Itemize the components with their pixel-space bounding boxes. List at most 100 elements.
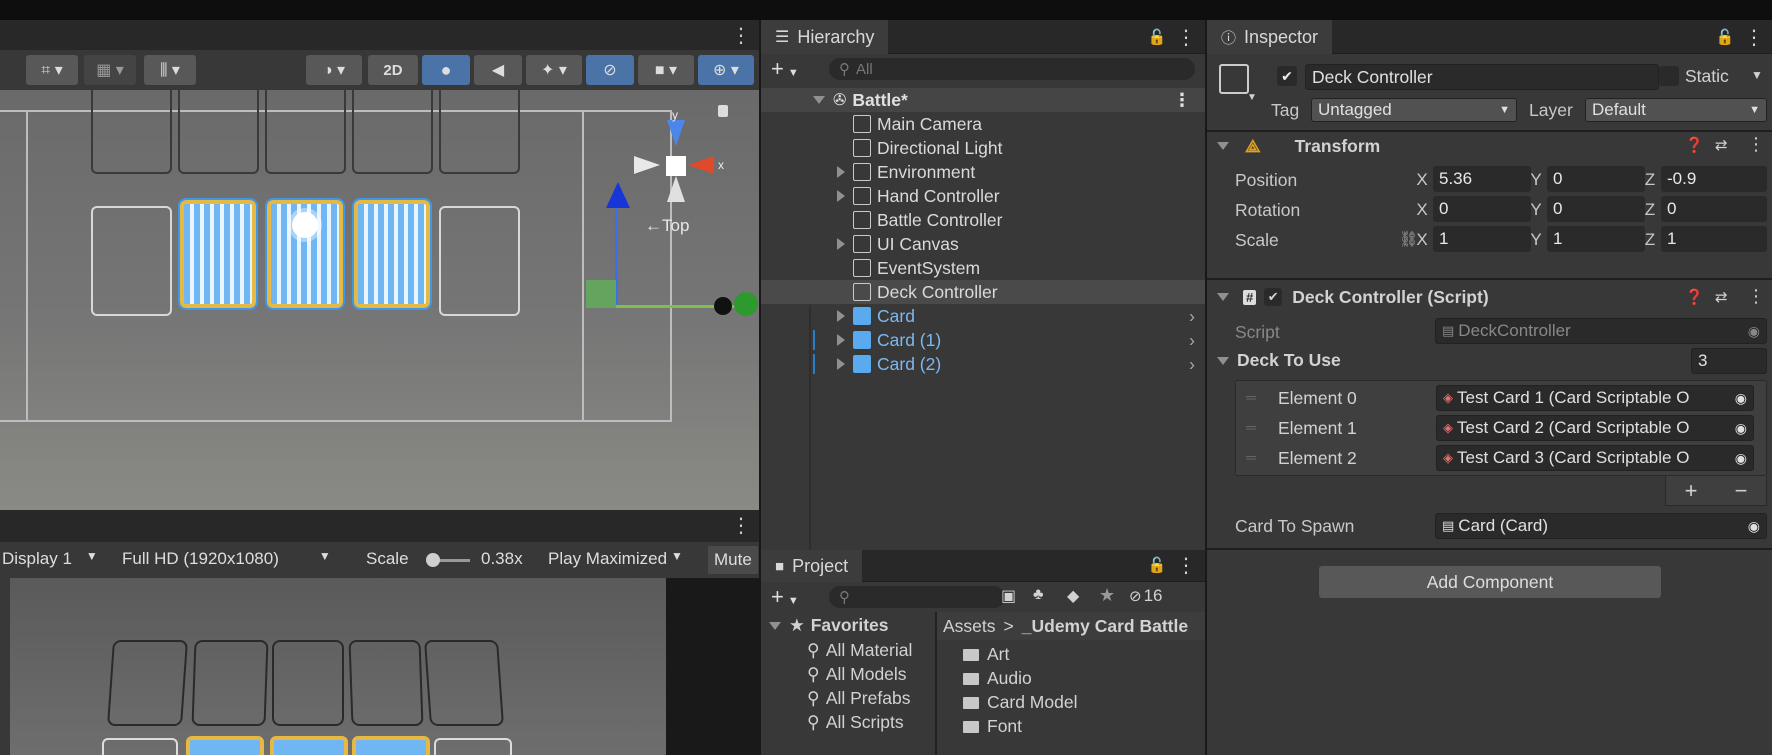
- drag-handle-icon[interactable]: ═: [1246, 419, 1256, 435]
- star-icon[interactable]: ★: [1099, 585, 1115, 606]
- more-menu-icon[interactable]: ⋮: [731, 514, 751, 537]
- hierarchy-item[interactable]: Card (2) ›: [761, 352, 1205, 376]
- position-z-input[interactable]: -0.9: [1661, 166, 1767, 192]
- move-gizmo-z-cone[interactable]: [734, 292, 758, 316]
- scale-z-input[interactable]: 1: [1661, 226, 1767, 252]
- expand-arrow-icon[interactable]: [837, 358, 845, 370]
- hierarchy-item[interactable]: Deck Controller: [761, 280, 1205, 304]
- favorite-item[interactable]: ⚲ All Prefabs: [807, 688, 910, 709]
- deck-element-field[interactable]: ◈ Test Card 1 (Card Scriptable O ◉: [1436, 385, 1754, 411]
- remove-element-button[interactable]: −: [1735, 478, 1748, 504]
- audio-toggle-button[interactable]: ◀: [474, 55, 522, 85]
- open-prefab-chevron-icon[interactable]: ›: [1189, 330, 1195, 351]
- hierarchy-item[interactable]: Card ›: [761, 304, 1205, 328]
- gizmo-x-cone[interactable]: [688, 156, 714, 174]
- mute-button[interactable]: Mute: [708, 546, 758, 574]
- more-menu-icon[interactable]: ⋮: [1176, 554, 1196, 577]
- tab-project[interactable]: ■ Project: [761, 550, 863, 582]
- more-menu-icon[interactable]: ⋮: [731, 24, 751, 47]
- expand-arrow-icon[interactable]: [1217, 356, 1229, 365]
- move-gizmo-center[interactable]: [714, 297, 732, 315]
- deck-size-input[interactable]: 3: [1691, 348, 1767, 374]
- display-dropdown[interactable]: Display 1 ▼: [2, 549, 98, 569]
- scene-viewport[interactable]: y x ←Top: [0, 90, 759, 510]
- hierarchy-item[interactable]: UI Canvas: [761, 232, 1205, 256]
- object-picker-icon[interactable]: ◉: [1748, 518, 1760, 535]
- static-checkbox[interactable]: [1659, 66, 1679, 86]
- hierarchy-search-input[interactable]: ⚲ All: [829, 58, 1195, 80]
- axis-label[interactable]: Y: [1527, 230, 1545, 250]
- deck-to-use-foldout[interactable]: Deck To Use: [1217, 350, 1341, 371]
- help-icon[interactable]: ❓: [1685, 288, 1704, 306]
- expand-arrow-icon[interactable]: [769, 621, 781, 630]
- hierarchy-item[interactable]: Card (1) ›: [761, 328, 1205, 352]
- game-card[interactable]: [270, 736, 348, 755]
- component-enabled-checkbox[interactable]: ✔: [1264, 288, 1283, 306]
- camera-settings-button[interactable]: ■ ▾: [638, 55, 694, 85]
- card-object[interactable]: [178, 198, 258, 310]
- axis-label[interactable]: Z: [1641, 200, 1659, 220]
- axis-label[interactable]: Z: [1641, 170, 1659, 190]
- create-dropdown[interactable]: + ▼: [771, 584, 799, 610]
- expand-arrow-icon[interactable]: [837, 166, 845, 178]
- search-by-label-icon[interactable]: ♣: [1033, 586, 1044, 604]
- game-card[interactable]: [352, 736, 430, 755]
- axis-label[interactable]: X: [1413, 200, 1431, 220]
- layer-dropdown[interactable]: Default ▼: [1585, 98, 1767, 122]
- object-picker-icon[interactable]: ◉: [1735, 450, 1747, 467]
- favorites-header[interactable]: ★ Favorites: [769, 615, 889, 636]
- axis-label[interactable]: Z: [1641, 230, 1659, 250]
- expand-arrow-icon[interactable]: [837, 334, 845, 346]
- toggle-2d-button[interactable]: 2D: [368, 55, 418, 85]
- hierarchy-item[interactable]: Hand Controller: [761, 184, 1205, 208]
- expand-arrow-icon[interactable]: [837, 190, 845, 202]
- folder-item[interactable]: Font: [963, 716, 1022, 737]
- position-x-input[interactable]: 5.36: [1433, 166, 1531, 192]
- open-prefab-chevron-icon[interactable]: ›: [1189, 306, 1195, 327]
- lock-icon[interactable]: 🔓: [1716, 28, 1735, 46]
- hierarchy-item[interactable]: Environment: [761, 160, 1205, 184]
- gizmo-y-cone[interactable]: [667, 120, 685, 146]
- project-search-input[interactable]: ⚲: [829, 586, 1005, 608]
- help-icon[interactable]: ❓: [1685, 136, 1704, 154]
- more-menu-icon[interactable]: ⋮: [1173, 90, 1191, 111]
- gizmos-button[interactable]: ⊕ ▾: [698, 55, 754, 85]
- move-gizmo-plane[interactable]: [586, 280, 616, 308]
- deck-element-field[interactable]: ◈ Test Card 3 (Card Scriptable O ◉: [1436, 445, 1754, 471]
- more-menu-icon[interactable]: ⋮: [1744, 26, 1764, 49]
- scale-y-input[interactable]: 1: [1547, 226, 1645, 252]
- folder-item[interactable]: Art: [963, 644, 1009, 665]
- add-element-button[interactable]: +: [1685, 478, 1698, 504]
- gizmo-neg-x-cone[interactable]: [634, 156, 660, 174]
- game-viewport[interactable]: [0, 578, 666, 755]
- axis-label[interactable]: X: [1413, 170, 1431, 190]
- view-label[interactable]: ←Top: [645, 216, 689, 236]
- card-object[interactable]: [352, 198, 432, 310]
- drag-handle-icon[interactable]: ═: [1246, 389, 1256, 405]
- axis-label[interactable]: Y: [1527, 200, 1545, 220]
- expand-arrow-icon[interactable]: [837, 310, 845, 322]
- draw-mode-button[interactable]: ◑ ▾: [306, 55, 362, 85]
- object-picker-icon[interactable]: ◉: [1735, 390, 1747, 407]
- rotation-y-input[interactable]: 0: [1547, 196, 1645, 222]
- scale-slider-thumb[interactable]: [426, 553, 440, 567]
- tag-icon[interactable]: ◆: [1067, 586, 1079, 606]
- expand-arrow-icon[interactable]: [1217, 293, 1229, 301]
- folder-item[interactable]: Audio: [963, 668, 1032, 689]
- more-menu-icon[interactable]: ⋮: [1176, 26, 1196, 49]
- hierarchy-item[interactable]: Main Camera: [761, 112, 1205, 136]
- deck-element-field[interactable]: ◈ Test Card 2 (Card Scriptable O ◉: [1436, 415, 1754, 441]
- expand-arrow-icon[interactable]: [837, 238, 845, 250]
- resolution-dropdown[interactable]: Full HD (1920x1080) ▼: [122, 549, 331, 569]
- active-checkbox[interactable]: ✔: [1277, 66, 1297, 86]
- card-to-spawn-field[interactable]: ▤ Card (Card) ◉: [1435, 513, 1767, 539]
- favorite-item[interactable]: ⚲ All Scripts: [807, 712, 904, 733]
- search-by-type-icon[interactable]: ▣: [1001, 586, 1016, 606]
- tab-inspector[interactable]: ⓘ Inspector: [1207, 20, 1333, 54]
- create-dropdown[interactable]: + ▼: [771, 56, 799, 82]
- add-component-button[interactable]: Add Component: [1319, 566, 1661, 598]
- increment-snap-button[interactable]: ⫼ ▾: [144, 55, 196, 85]
- preset-icon[interactable]: ⇄: [1715, 288, 1728, 306]
- hierarchy-item[interactable]: EventSystem: [761, 256, 1205, 280]
- effects-button[interactable]: ✦ ▾: [526, 55, 582, 85]
